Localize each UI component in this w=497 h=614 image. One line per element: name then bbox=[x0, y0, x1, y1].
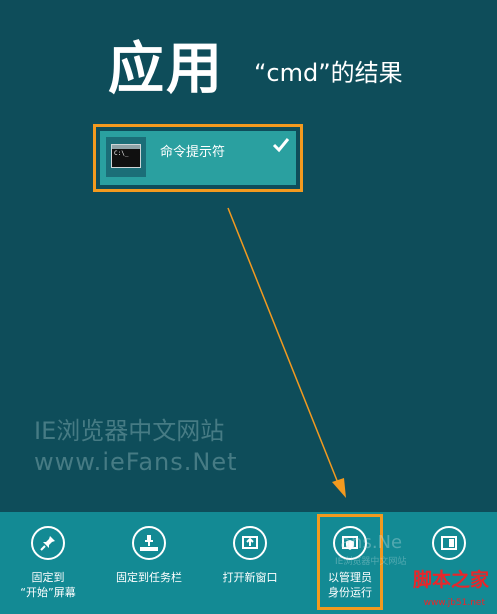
pin-to-start-button[interactable]: 固定到 “开始”屏幕 bbox=[3, 526, 93, 600]
watermark-title: IE浏览器中文网站 bbox=[34, 417, 225, 445]
checkmark-icon bbox=[272, 138, 290, 153]
app-bar: 固定到 “开始”屏幕 固定到任务栏 打开新窗口 以管理员 身份运行 ans.Ne… bbox=[0, 512, 497, 614]
command-prompt-icon: C:\_ bbox=[111, 144, 141, 168]
new-window-icon bbox=[233, 526, 267, 560]
page-title: 应用 bbox=[108, 37, 224, 102]
page-header: 应用 “cmd”的结果 bbox=[108, 38, 403, 102]
command-prompt-icon-text: C:\_ bbox=[114, 150, 129, 157]
open-new-window-button[interactable]: 打开新窗口 bbox=[205, 526, 295, 585]
file-location-icon bbox=[432, 526, 466, 560]
search-query-label: “cmd”的结果 bbox=[254, 59, 403, 87]
site-watermark: 脚本之家 bbox=[412, 569, 489, 591]
taskbar-pin-icon bbox=[132, 526, 166, 560]
pin-to-taskbar-label: 固定到任务栏 bbox=[116, 571, 182, 584]
watermark-url: www.ieFans.Net bbox=[34, 448, 238, 476]
pin-icon bbox=[31, 526, 65, 560]
watermark-appbar-small: IE浏览器中文网站 bbox=[335, 557, 407, 567]
result-label: 命令提示符 bbox=[160, 145, 226, 160]
pin-to-taskbar-button[interactable]: 固定到任务栏 bbox=[104, 526, 194, 585]
search-result-tile[interactable]: C:\_ 命令提示符 bbox=[93, 124, 303, 192]
open-new-window-label: 打开新窗口 bbox=[222, 571, 278, 584]
pin-to-start-label: 固定到 “开始”屏幕 bbox=[20, 571, 76, 599]
site-watermark-url: www.jb51.net bbox=[423, 598, 485, 608]
watermark: IE浏览器中文网站 www.ieFans.Net bbox=[34, 415, 238, 477]
watermark-appbar: ans.Ne bbox=[340, 532, 403, 553]
open-file-location-button[interactable] bbox=[404, 526, 494, 570]
tile-background[interactable]: C:\_ 命令提示符 bbox=[100, 131, 296, 185]
